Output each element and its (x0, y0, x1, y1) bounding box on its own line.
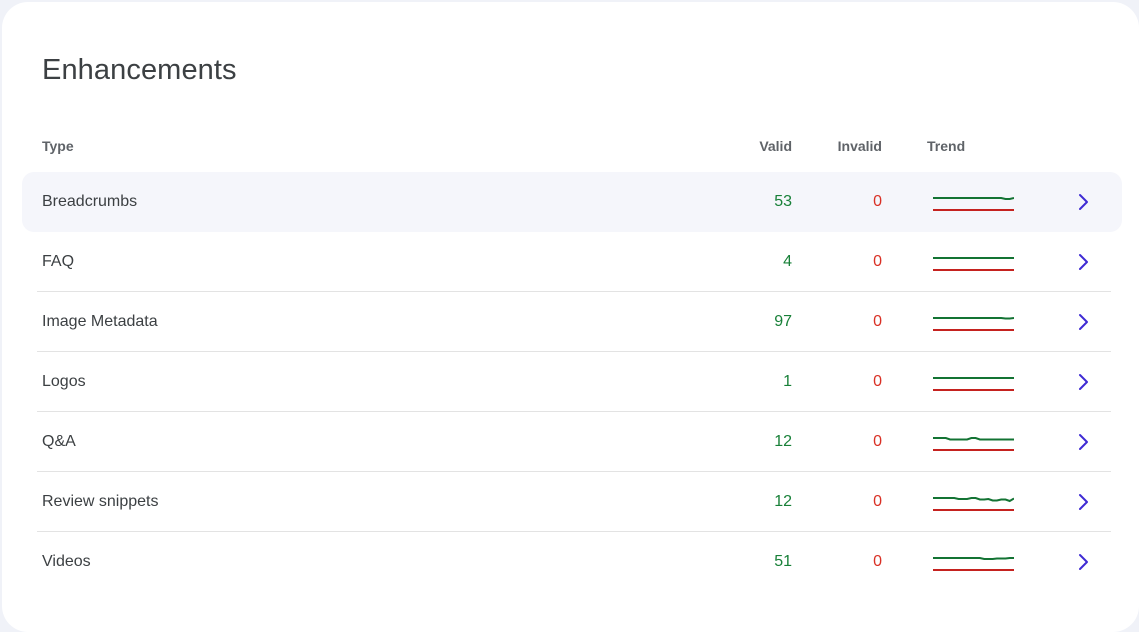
row-type-label: Review snippets (42, 493, 159, 510)
row-invalid-count: 0 (873, 493, 882, 510)
chevron-right-icon[interactable] (1074, 252, 1094, 272)
column-header-trend: Trend (927, 138, 966, 154)
trend-valid-line (933, 437, 1014, 441)
table-row[interactable]: Q&A 12 0 (2, 412, 1139, 472)
row-valid-count: 12 (774, 493, 792, 510)
row-trend-sparkline (933, 257, 1014, 271)
table-header: Type Valid Invalid Trend (2, 138, 1139, 158)
column-header-type: Type (42, 138, 74, 154)
row-trend-sparkline (933, 557, 1014, 571)
chevron-right-icon[interactable] (1074, 192, 1094, 212)
row-trend-sparkline (933, 317, 1014, 331)
enhancements-card: Enhancements Type Valid Invalid Trend Br… (2, 2, 1139, 632)
row-trend-sparkline (933, 497, 1014, 511)
column-header-invalid: Invalid (837, 138, 882, 154)
trend-valid-line (933, 497, 1014, 503)
page-title: Enhancements (42, 54, 237, 86)
table-row[interactable]: Breadcrumbs 53 0 (2, 172, 1139, 232)
table-row[interactable]: Logos 1 0 (2, 352, 1139, 412)
row-valid-count: 12 (774, 433, 792, 450)
chevron-right-icon[interactable] (1074, 312, 1094, 332)
chevron-right-icon[interactable] (1074, 432, 1094, 452)
row-trend-sparkline (933, 377, 1014, 391)
row-invalid-count: 0 (873, 553, 882, 570)
row-valid-count: 97 (774, 313, 792, 330)
trend-valid-line (933, 557, 1014, 560)
row-invalid-count: 0 (873, 433, 882, 450)
row-valid-count: 51 (774, 553, 792, 570)
row-trend-sparkline (933, 437, 1014, 451)
table-row[interactable]: Image Metadata 97 0 (2, 292, 1139, 352)
row-valid-count: 4 (783, 253, 792, 270)
row-type-label: Image Metadata (42, 313, 158, 330)
column-header-valid: Valid (759, 138, 792, 154)
table-row[interactable]: FAQ 4 0 (2, 232, 1139, 292)
trend-valid-line (933, 197, 1014, 200)
row-type-label: Breadcrumbs (42, 193, 138, 210)
enhancements-table: Breadcrumbs 53 0 FAQ 4 0 Image Metadata 97 0 Logo… (2, 172, 1139, 592)
chevron-right-icon[interactable] (1074, 552, 1094, 572)
table-row[interactable]: Review snippets 12 0 (2, 472, 1139, 532)
chevron-right-icon[interactable] (1074, 492, 1094, 512)
chevron-right-icon[interactable] (1074, 372, 1094, 392)
row-type-label: FAQ (42, 253, 75, 270)
row-type-label: Logos (42, 373, 86, 390)
row-invalid-count: 0 (873, 193, 882, 210)
trend-valid-line (933, 317, 1014, 320)
table-row[interactable]: Videos 51 0 (2, 532, 1139, 592)
row-type-label: Q&A (42, 433, 76, 450)
row-invalid-count: 0 (873, 373, 882, 390)
row-valid-count: 53 (774, 193, 792, 210)
row-invalid-count: 0 (873, 253, 882, 270)
row-trend-sparkline (933, 197, 1014, 211)
row-invalid-count: 0 (873, 313, 882, 330)
row-type-label: Videos (42, 553, 91, 570)
row-valid-count: 1 (783, 373, 792, 390)
